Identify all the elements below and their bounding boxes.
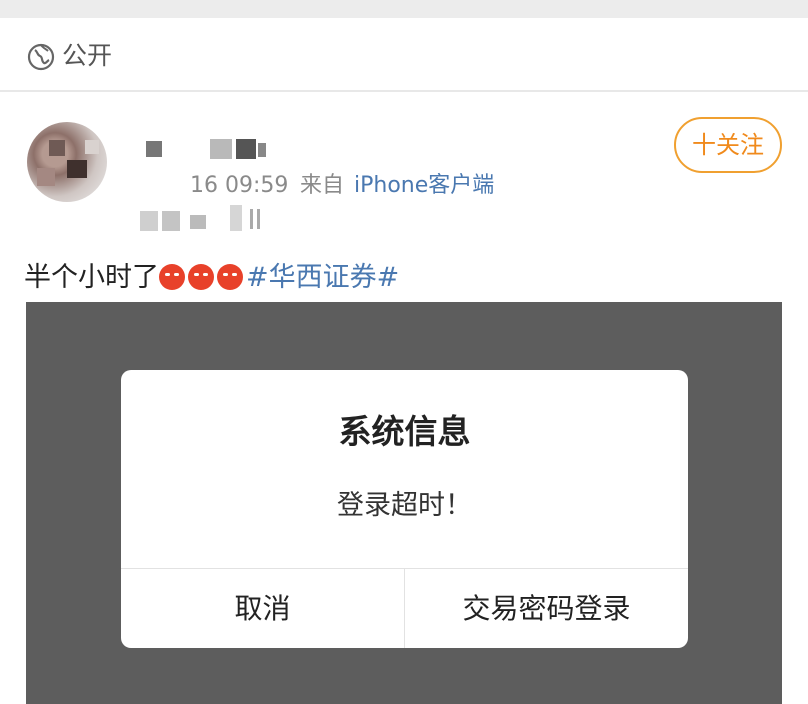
- avatar[interactable]: [27, 122, 107, 202]
- post-source-label: 来自: [300, 173, 345, 198]
- post-text: 半个小时了 #华西证券#: [24, 258, 399, 298]
- angry-face-icon: [217, 264, 243, 290]
- dialog-message: 登录超时！: [337, 490, 472, 521]
- hashtag-link[interactable]: #华西证券#: [246, 262, 399, 293]
- trade-password-login-button[interactable]: 交易密码登录: [405, 569, 688, 648]
- username-redacted[interactable]: [140, 135, 270, 165]
- angry-face-icon: [188, 264, 214, 290]
- visibility-label: 公开: [62, 41, 113, 70]
- post-time: 16 09:59: [190, 173, 289, 198]
- post-text-body: 半个小时了: [24, 262, 159, 293]
- top-strip: [0, 0, 808, 18]
- angry-face-icon: [159, 264, 185, 290]
- system-dialog: 系统信息 登录超时！ 取消 交易密码登录: [121, 370, 688, 648]
- dialog-title: 系统信息: [338, 412, 471, 451]
- visibility-row[interactable]: 公开: [0, 18, 808, 90]
- divider: [0, 90, 808, 92]
- cancel-button[interactable]: 取消: [121, 569, 404, 648]
- sub-line-redacted: [130, 205, 270, 237]
- post-source-link[interactable]: iPhone客户端: [354, 172, 494, 200]
- follow-button[interactable]: 十关注: [674, 117, 782, 173]
- globe-icon: [27, 43, 55, 71]
